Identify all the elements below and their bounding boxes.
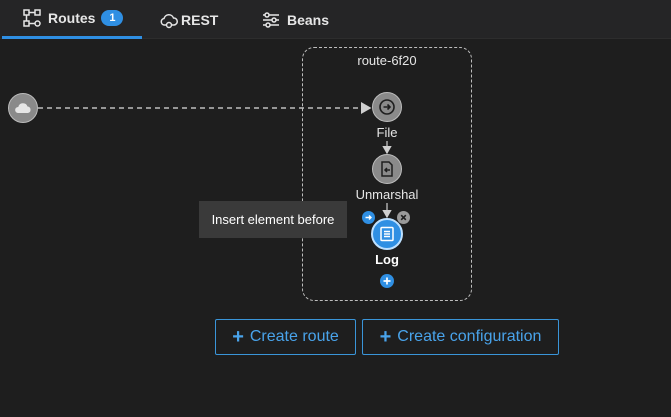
add-step-button[interactable] bbox=[380, 274, 394, 288]
log-label: Log bbox=[375, 252, 399, 267]
create-route-button[interactable]: + Create route bbox=[215, 319, 356, 355]
tab-routes-label: Routes bbox=[48, 10, 96, 26]
insert-element-tooltip: Insert element before bbox=[199, 201, 347, 238]
routes-count-badge: 1 bbox=[101, 10, 124, 26]
arrow-right-circle-icon bbox=[362, 211, 375, 224]
file-arrow-icon bbox=[379, 99, 395, 115]
create-route-label: Create route bbox=[249, 328, 339, 345]
delete-step-button[interactable] bbox=[397, 211, 410, 224]
tab-routes[interactable]: Routes 1 bbox=[2, 0, 142, 39]
unmarshal-node[interactable] bbox=[372, 154, 402, 184]
routes-icon bbox=[23, 9, 41, 27]
create-configuration-label: Create configuration bbox=[397, 328, 542, 345]
close-circle-icon bbox=[397, 211, 410, 224]
plus-circle-icon bbox=[380, 274, 394, 288]
file-label: File bbox=[376, 125, 398, 140]
create-configuration-button[interactable]: + Create configuration bbox=[362, 319, 559, 355]
insert-before-button[interactable] bbox=[362, 211, 375, 224]
unmarshal-icon bbox=[381, 161, 393, 177]
cloud-icon bbox=[15, 103, 31, 113]
tab-beans-label: Beans bbox=[287, 11, 330, 28]
log-node[interactable] bbox=[371, 218, 403, 250]
sliders-icon bbox=[263, 11, 279, 28]
tab-beans[interactable]: Beans bbox=[261, 0, 351, 39]
file-node[interactable] bbox=[372, 92, 402, 122]
plus-icon: + bbox=[232, 326, 244, 348]
cloud-gear-icon bbox=[160, 13, 178, 28]
tab-rest[interactable]: REST bbox=[158, 0, 248, 39]
log-icon bbox=[380, 226, 394, 242]
unmarshal-label: Unmarshal bbox=[355, 187, 419, 202]
source-node[interactable] bbox=[8, 93, 38, 123]
tab-rest-label: REST bbox=[181, 11, 219, 28]
route-title: route-6f20 bbox=[357, 53, 417, 68]
plus-icon: + bbox=[379, 326, 392, 348]
tab-bar: Routes 1 REST Beans bbox=[0, 0, 671, 39]
